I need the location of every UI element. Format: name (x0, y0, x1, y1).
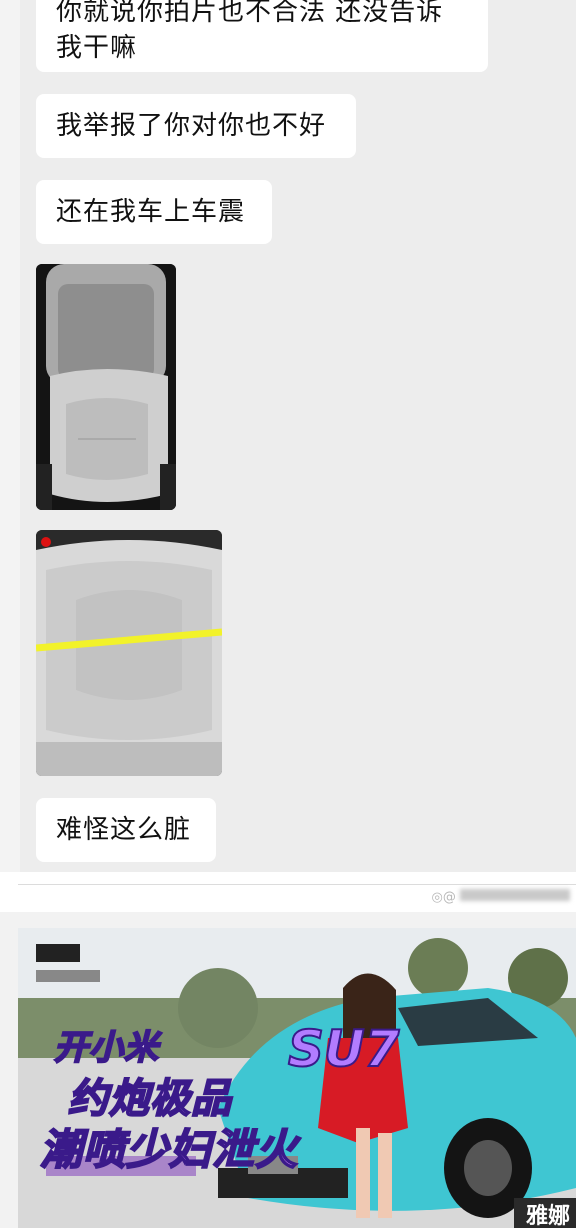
photo-car-seat[interactable] (36, 264, 176, 510)
car-seat-image (36, 264, 176, 510)
chat-area: 你就说你拍片也不合法 还没告诉 我干嘛 我举报了你对你也不好 还在我车上车震 难… (0, 0, 576, 872)
seat-cushion-image (36, 530, 222, 776)
message-bubble-1[interactable]: 你就说你拍片也不合法 还没告诉 我干嘛 (36, 0, 488, 72)
ad-line3: 潮喷少妇泄火 (39, 1124, 299, 1175)
divider-line (18, 884, 576, 885)
message-text: 我举报了你对你也不好 (56, 111, 327, 141)
ad-banner[interactable]: 开小米 SU7 约炮极品 潮喷少妇泄火 雅娜 (18, 928, 576, 1228)
message-text-line1: 你就说你拍片也不合法 还没告诉 (56, 0, 444, 27)
ad-model: SU7 (287, 1019, 400, 1079)
ad-corner-text: 雅娜 (525, 1204, 570, 1228)
blurred-handle (460, 889, 570, 901)
message-bubble-4[interactable]: 难怪这么脏 (36, 798, 216, 862)
weibo-watermark: ◎@ (432, 889, 570, 905)
ad-line1: 开小米 (53, 1027, 159, 1069)
photo-seat-cushion[interactable] (36, 530, 222, 776)
message-text: 还在我车上车震 (56, 197, 246, 227)
left-strip (0, 0, 20, 872)
message-bubble-2[interactable]: 我举报了你对你也不好 (36, 94, 356, 158)
message-text: 难怪这么脏 (56, 815, 192, 845)
message-bubble-3[interactable]: 还在我车上车震 (36, 180, 272, 244)
message-text-line2: 我干嘛 (56, 33, 138, 63)
weibo-icon: ◎@ (431, 890, 456, 905)
